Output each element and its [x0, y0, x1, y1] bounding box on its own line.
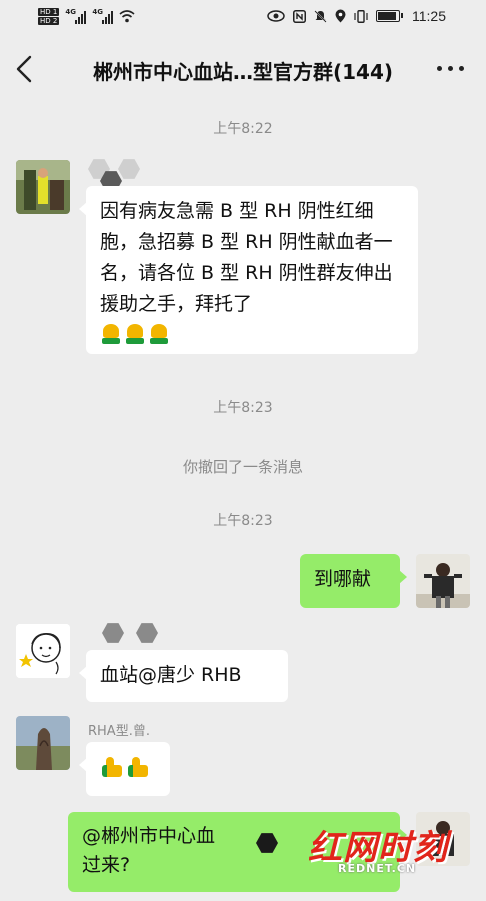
message-bubble[interactable]: 因有病友急需 B 型 RH 阴性红细胞，急招募 B 型 RH 阴性献血者一名，请…: [79, 186, 418, 354]
chat-title: 郴州市中心血站…型官方群(144): [92, 60, 394, 84]
recall-notice: 你撤回了一条消息: [182, 458, 303, 476]
vibrate-icon: [354, 9, 368, 23]
mute-icon: [314, 9, 327, 23]
message-bubble-self[interactable]: 到哪献: [300, 554, 407, 608]
redacted-name: [102, 623, 124, 643]
signal-icon: 4G: [65, 8, 87, 24]
watermark-url: REDNET.CN: [338, 862, 417, 875]
more-dots-icon: [437, 66, 442, 71]
message-text: @郴州市中心血: [82, 825, 216, 847]
back-button[interactable]: [14, 54, 42, 86]
thumbs-up-emoji-icon: [126, 755, 150, 779]
pray-emoji-icon: [148, 324, 170, 344]
avatar[interactable]: [16, 624, 70, 678]
avatar-cartoon: [16, 624, 70, 678]
signal-icon-2: 4G: [92, 8, 114, 24]
message-bubble[interactable]: 血站@唐少 RHB: [79, 650, 288, 702]
self-avatar[interactable]: [416, 554, 470, 608]
nfc-icon: [293, 9, 306, 23]
avatar-photo: [16, 716, 70, 770]
message-text: 过来?: [82, 854, 131, 876]
thumbs-up-emoji-icon: [100, 755, 124, 779]
chat-header: 郴州市中心血站…型官方群(144): [0, 36, 486, 104]
pray-emoji-icon: [124, 324, 146, 344]
pray-emoji-icon: [100, 324, 122, 344]
redacted-name: [136, 623, 158, 643]
location-icon: [335, 9, 346, 23]
watermark-logo: 红网时刻 REDNET.CN: [308, 820, 468, 880]
message-text: 血站@唐少 RHB: [100, 664, 242, 686]
avatar-photo: [16, 160, 70, 214]
message-text: 因有病友急需 B 型 RH 阴性红细胞，急招募 B 型 RH 阴性献血者一名，请…: [100, 200, 393, 315]
timestamp: 上午8:22: [213, 121, 273, 137]
avatar[interactable]: [16, 160, 70, 214]
more-button[interactable]: [437, 66, 464, 71]
message-bubble[interactable]: [79, 742, 170, 796]
wifi-icon: [119, 10, 135, 23]
chevron-left-icon: [16, 55, 32, 83]
status-bar: HD 1 HD 2 4G 4G 11:25: [0, 0, 486, 36]
sender-name: RHA型.曾.: [88, 724, 150, 739]
avatar[interactable]: [16, 716, 70, 770]
redacted-name: [118, 159, 140, 179]
timestamp: 上午8:23: [213, 513, 273, 529]
battery-icon: [376, 10, 403, 22]
message-text: 到哪献: [314, 568, 372, 590]
clock: 11:25: [412, 8, 446, 24]
timestamp: 上午8:23: [213, 400, 273, 416]
hd-indicator: HD 1 HD 2: [38, 8, 60, 25]
eye-icon: [267, 10, 285, 22]
avatar-photo: [416, 554, 470, 608]
